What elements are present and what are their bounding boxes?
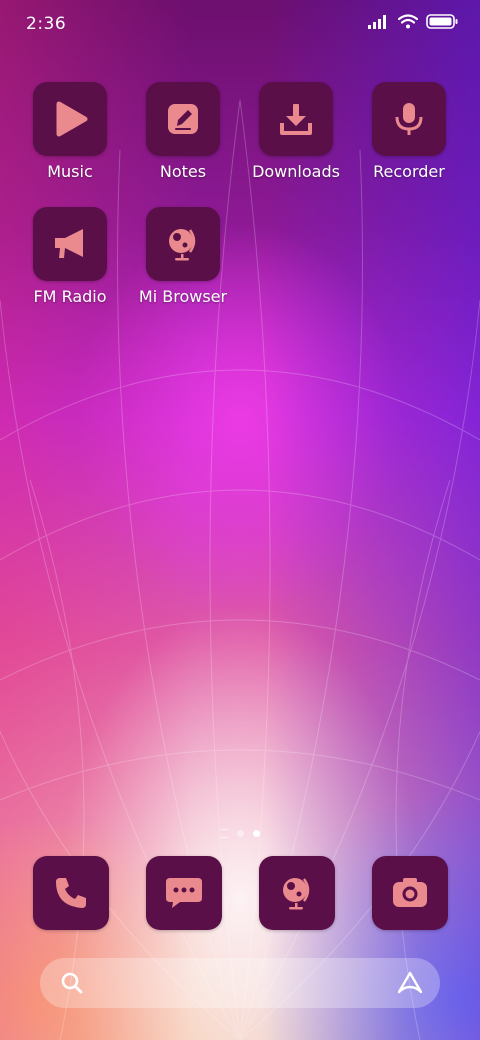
app-label: FM Radio (33, 287, 107, 306)
app-label: Music (47, 162, 93, 181)
app-label: Recorder (373, 162, 445, 181)
app-music[interactable]: Music (15, 82, 125, 182)
signal-icon (368, 14, 386, 29)
app-mi-browser[interactable]: Mi Browser (128, 207, 238, 307)
page-dot[interactable] (236, 830, 244, 837)
recorder-tile[interactable] (372, 82, 446, 156)
browser-tile[interactable] (259, 856, 335, 930)
music-tile[interactable] (33, 82, 107, 156)
camera-tile[interactable] (372, 856, 448, 930)
camera-icon (393, 878, 427, 907)
dock-messages[interactable] (146, 856, 222, 930)
microphone-icon (395, 103, 423, 135)
app-label: Mi Browser (138, 287, 228, 306)
globe-icon (169, 229, 196, 261)
globe-icon (283, 878, 310, 910)
mi-browser-tile[interactable] (146, 207, 220, 281)
app-downloads[interactable]: Downloads (241, 82, 351, 182)
downloads-tile[interactable] (259, 82, 333, 156)
dock-browser[interactable] (259, 856, 335, 930)
search-icon[interactable] (60, 971, 84, 995)
dock-phone[interactable] (33, 856, 109, 930)
battery-icon (426, 14, 458, 29)
app-label: Downloads (252, 162, 340, 181)
messages-tile[interactable] (146, 856, 222, 930)
page-dot-current[interactable] (252, 830, 260, 837)
app-label: Notes (159, 162, 207, 181)
phone-tile[interactable] (33, 856, 109, 930)
dock-camera[interactable] (372, 856, 448, 930)
assistant-icon[interactable] (396, 970, 424, 996)
app-recorder[interactable]: Recorder (354, 82, 464, 182)
megaphone-icon (55, 229, 83, 258)
download-icon (280, 104, 312, 135)
page-indicator[interactable] (0, 829, 480, 838)
chat-bubble-icon (166, 878, 202, 908)
status-bar: 2:36 (0, 0, 480, 50)
notes-tile[interactable] (146, 82, 220, 156)
play-icon (56, 101, 88, 137)
note-edit-icon (168, 104, 198, 134)
fm-radio-tile[interactable] (33, 207, 107, 281)
page-dot-feed[interactable] (220, 829, 228, 838)
app-notes[interactable]: Notes (128, 82, 238, 182)
home-screen: 2:36 Music Notes Downloads Recorder FM R… (0, 0, 480, 1040)
status-icons (368, 14, 458, 29)
phone-icon (56, 878, 86, 908)
search-bar[interactable] (40, 958, 440, 1008)
wifi-icon (398, 14, 418, 29)
app-fm-radio[interactable]: FM Radio (15, 207, 125, 307)
status-time: 2:36 (26, 14, 67, 34)
